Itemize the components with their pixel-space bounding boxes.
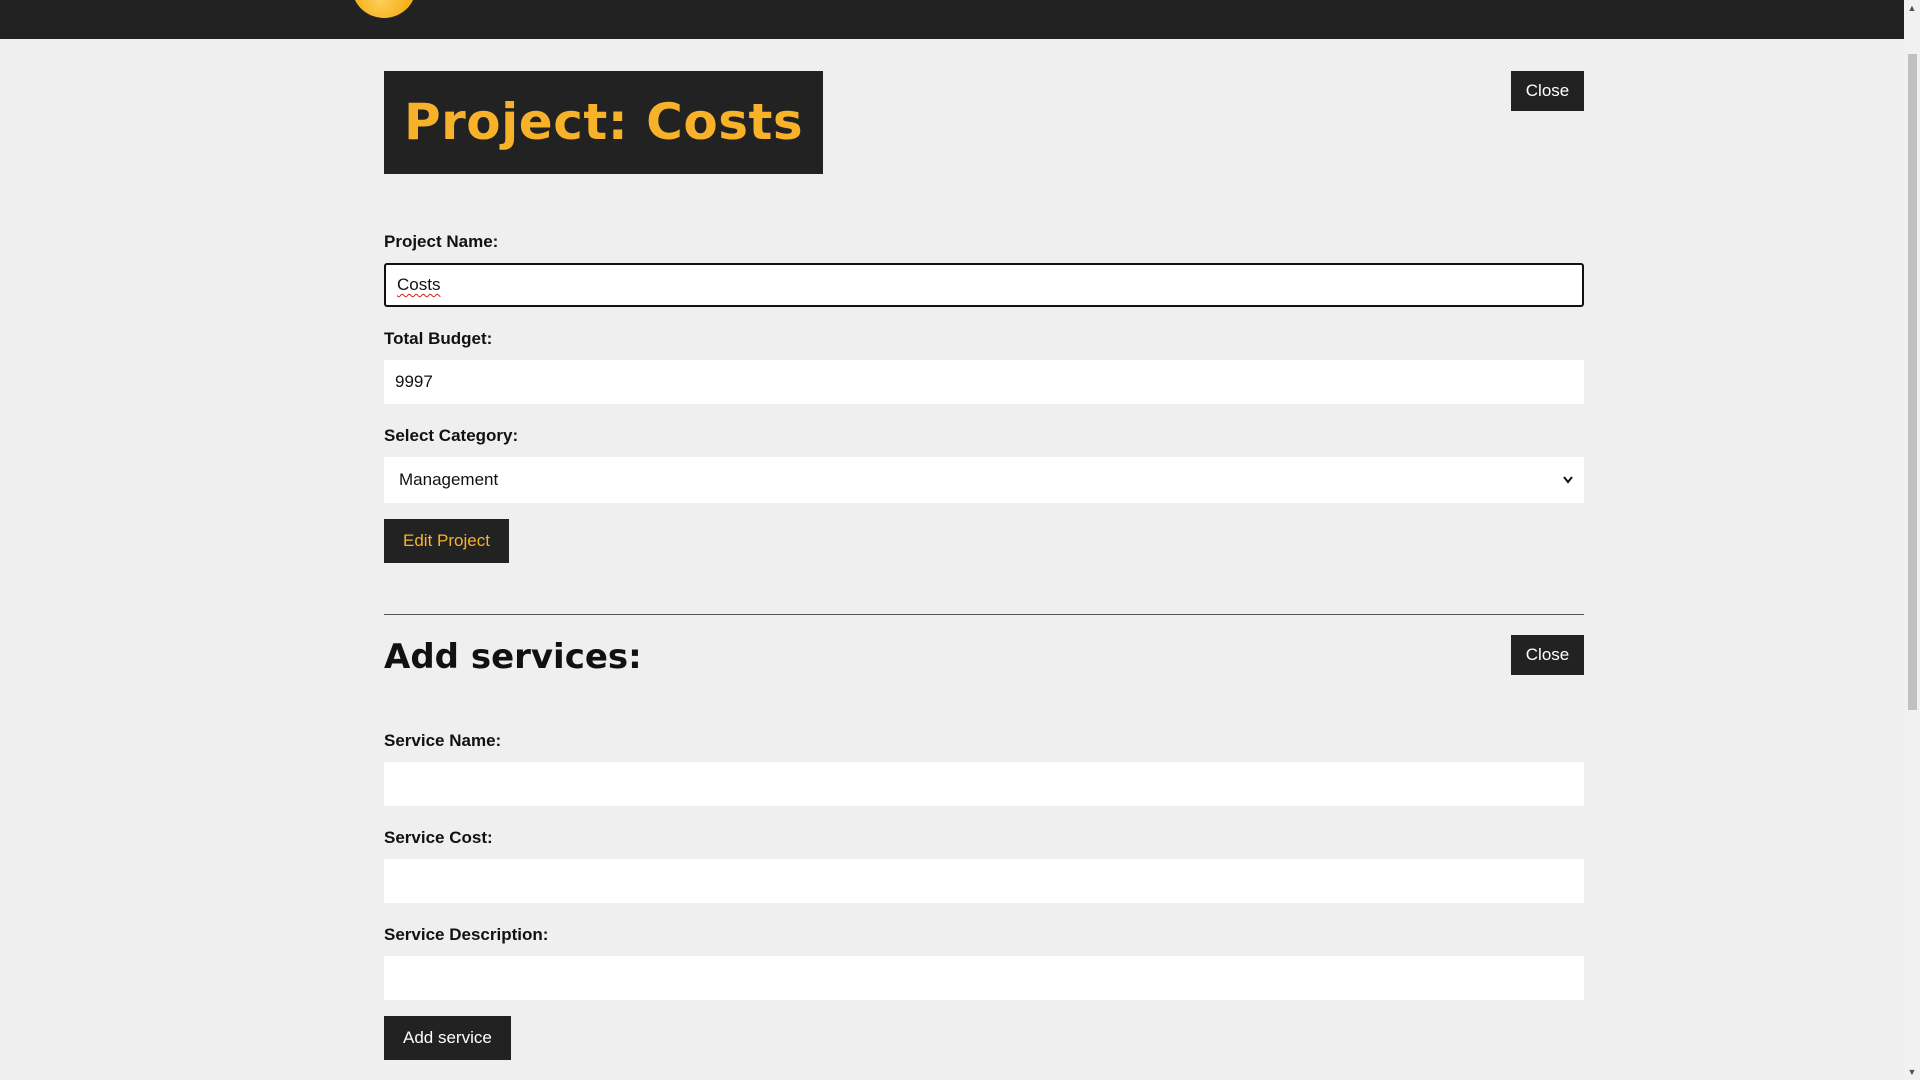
total-budget-input[interactable]: 9997 [384,360,1584,404]
project-title-banner: Project: Costs [384,71,824,174]
project-name-label: Project Name: [384,232,499,251]
category-label: Select Category: [384,426,519,445]
category-selected-value: Management [399,470,499,489]
service-description-input[interactable] [384,956,1584,1000]
close-project-button[interactable]: Close [1511,71,1584,111]
service-name-label: Service Name: [384,731,502,750]
service-cost-input[interactable] [384,859,1584,903]
top-navbar [0,0,1904,39]
category-select[interactable]: Management [384,457,1584,503]
service-name-input[interactable] [384,762,1584,806]
page-scrollbar[interactable]: ▲ ▼ [1904,0,1920,1080]
page-title: Project: Costs [404,93,804,151]
brand-logo[interactable] [352,0,416,18]
total-budget-value: 9997 [395,372,433,391]
project-name-input[interactable]: Costs [384,263,1584,307]
service-description-label: Service Description: [384,925,549,944]
scroll-up-arrow-icon[interactable]: ▲ [1904,0,1920,16]
scrollbar-thumb[interactable] [1908,54,1917,710]
chevron-down-icon [1562,457,1574,521]
total-budget-label: Total Budget: [384,329,493,348]
scroll-down-arrow-icon[interactable]: ▼ [1904,1064,1920,1080]
add-service-button[interactable]: Add service [384,1016,511,1060]
service-cost-label: Service Cost: [384,828,493,847]
edit-project-button[interactable]: Edit Project [384,519,509,563]
services-title: Add services: [384,637,642,677]
close-services-button[interactable]: Close [1511,635,1584,675]
services-header: Add services: Close [384,615,1584,686]
project-name-value: Costs [397,275,441,294]
project-panel: Project: Costs Close Project Name: Costs… [384,71,1584,1060]
